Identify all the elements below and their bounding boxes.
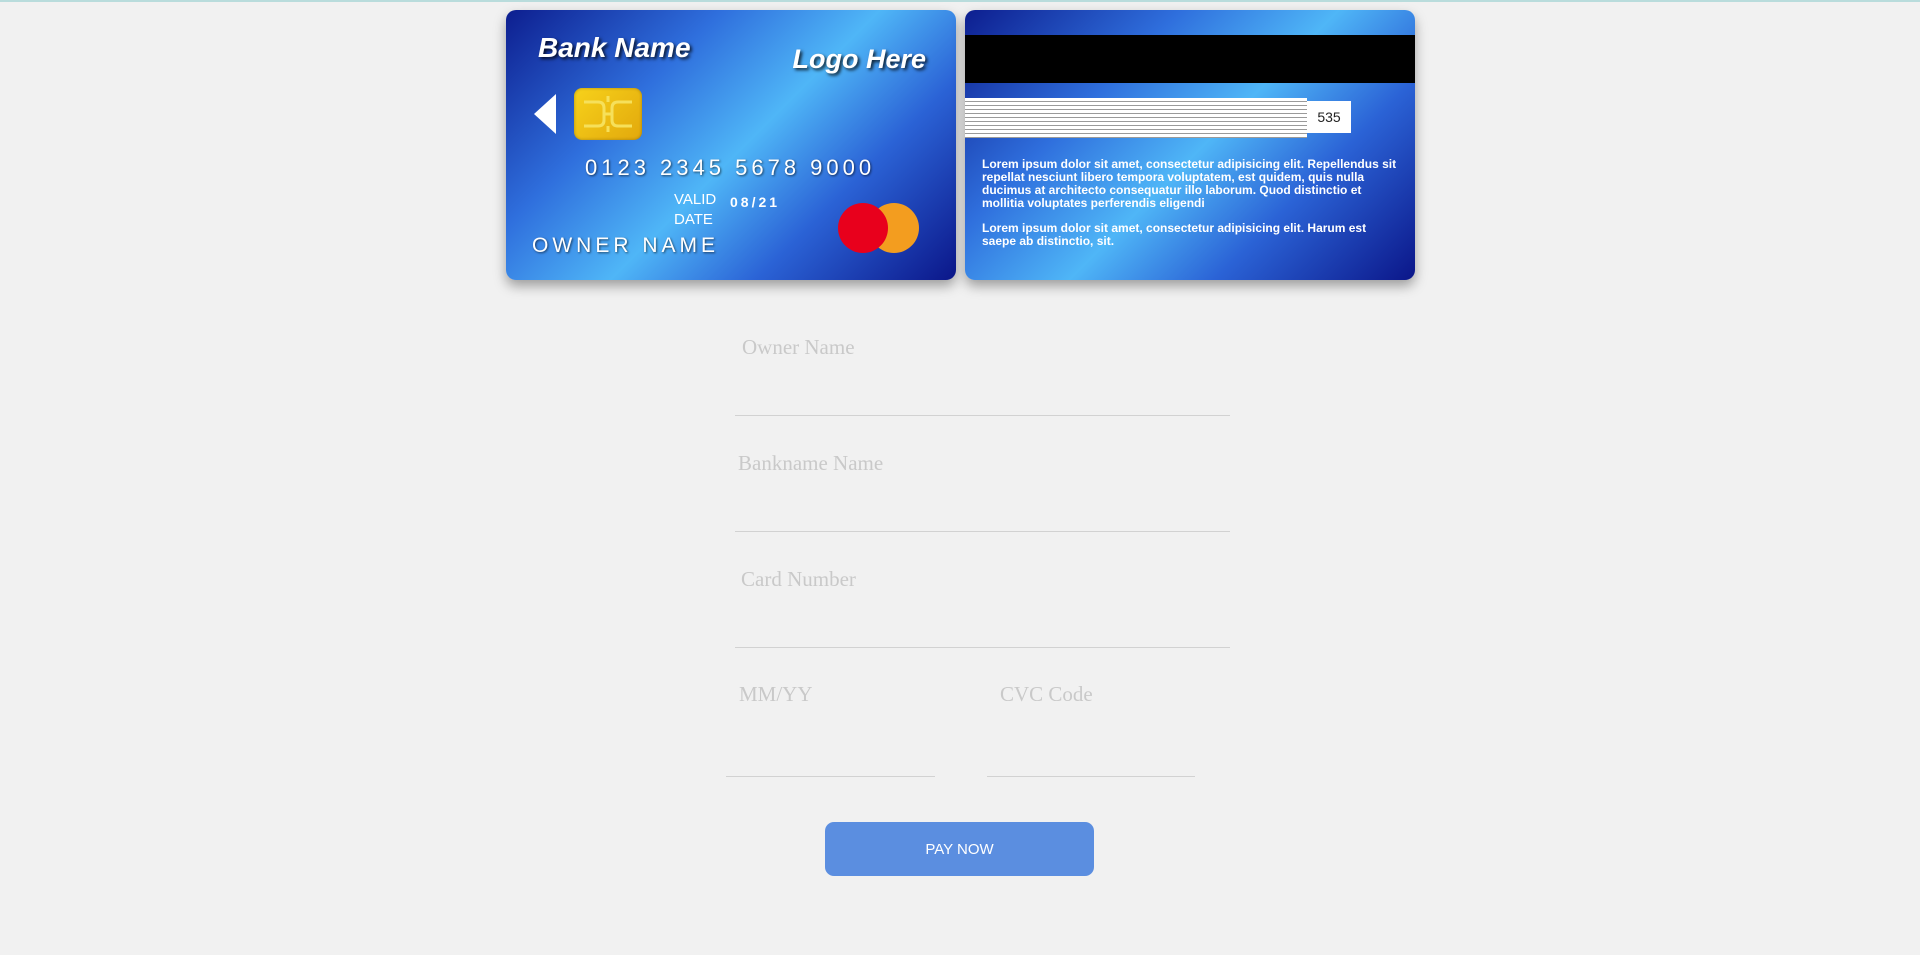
valid-date: 08/21 [730,194,781,210]
expiry-field [726,682,948,777]
arrow-left-icon [534,94,556,134]
card-number: 0123 2345 5678 9000 [585,155,876,180]
expiry-input[interactable] [739,682,948,707]
bank-name-field [735,451,1233,532]
card-logo: Logo Here [792,44,926,74]
card-number-input[interactable] [741,567,1236,592]
cvc-input[interactable] [1000,682,1208,707]
card-number-field [735,567,1236,648]
chip-icon [574,88,642,140]
card-front: Bank Name Logo Here 0123 2345 5678 9000 … [506,10,956,280]
card-back: 535 Lorem ipsum dolor sit amet, consecte… [965,10,1415,280]
owner-name-field [735,335,1237,416]
signature-strip [965,98,1307,138]
card-back-text-2: Lorem ipsum dolor sit amet, consectetur … [982,221,1367,248]
magnetic-stripe [965,35,1415,83]
owner-name-input[interactable] [742,335,1237,360]
bank-name: Bank Name [538,32,691,63]
card-back-text-1: Lorem ipsum dolor sit amet, consectetur … [982,157,1397,210]
valid-date-label: VALID DATE [674,191,717,228]
owner-name: OWNER NAME [532,234,719,257]
top-border [0,0,1920,2]
mastercard-logo-red-circle [838,203,888,253]
pay-now-button[interactable]: PAY NOW [825,822,1094,876]
cvc-display: 535 [1307,101,1351,133]
bank-name-input[interactable] [738,451,1233,476]
cvc-field [987,682,1208,777]
